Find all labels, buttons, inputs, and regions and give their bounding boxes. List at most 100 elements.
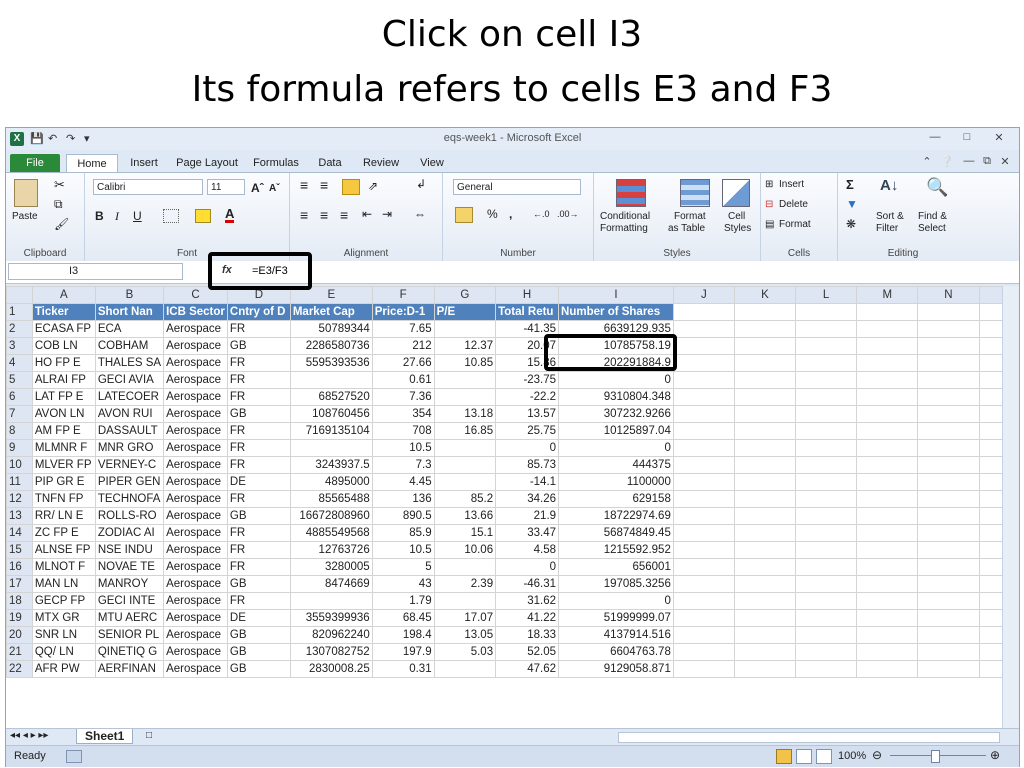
column-header[interactable]: A	[31, 286, 96, 304]
cell[interactable]: 85.73	[495, 456, 560, 474]
empty-cell[interactable]	[795, 592, 858, 610]
normal-view-icon[interactable]	[776, 749, 792, 764]
row-header[interactable]: 7	[6, 405, 33, 423]
empty-cell[interactable]	[917, 405, 980, 423]
empty-cell[interactable]	[733, 388, 797, 406]
empty-cell[interactable]	[795, 337, 858, 355]
column-header[interactable]: I	[558, 286, 674, 304]
cell[interactable]: 85.9	[371, 524, 435, 542]
empty-cell[interactable]	[795, 354, 858, 372]
cell[interactable]: 5.03	[433, 643, 497, 661]
cell[interactable]: 13.18	[433, 405, 497, 423]
empty-cell[interactable]	[856, 626, 919, 644]
row-header[interactable]: 17	[6, 575, 33, 593]
align-middle-icon[interactable]: ≡	[320, 177, 328, 193]
format-cells-button[interactable]: Format	[779, 219, 811, 230]
empty-cell[interactable]	[672, 337, 735, 355]
empty-cell[interactable]	[917, 643, 980, 661]
cell[interactable]: 8474669	[289, 575, 373, 593]
cell[interactable]: 708	[371, 422, 435, 440]
empty-cell[interactable]	[672, 575, 735, 593]
vertical-scrollbar[interactable]	[1002, 286, 1019, 728]
cell[interactable]: MLVER FP	[31, 456, 96, 474]
align-center-icon[interactable]: ≡	[320, 207, 328, 223]
cell[interactable]: 9129058.871	[558, 660, 674, 678]
fill-color-icon[interactable]	[195, 209, 211, 223]
empty-cell[interactable]	[672, 626, 735, 644]
empty-cell[interactable]	[672, 609, 735, 627]
delete-cells-button[interactable]: Delete	[779, 199, 808, 210]
tab-review[interactable]: Review	[356, 154, 406, 172]
empty-cell[interactable]	[733, 524, 797, 542]
minimize-ribbon-icon[interactable]: ⌃	[916, 155, 938, 171]
empty-cell[interactable]	[733, 660, 797, 678]
cell[interactable]: GB	[226, 626, 291, 644]
shrink-font-icon[interactable]: Aˇ	[269, 183, 280, 194]
cell[interactable]: 656001	[558, 558, 674, 576]
row-header[interactable]: 9	[6, 439, 33, 457]
cell[interactable]: PIP GR E	[31, 473, 96, 491]
cell[interactable]: FR	[226, 371, 291, 389]
cell[interactable]	[433, 558, 497, 576]
cell-styles-label-2[interactable]: Styles	[724, 223, 751, 234]
cell[interactable]: 4137914.516	[558, 626, 674, 644]
cell[interactable]: -22.2	[495, 388, 560, 406]
empty-cell[interactable]	[917, 320, 980, 338]
percent-style-button[interactable]: %	[487, 207, 498, 221]
column-header[interactable]: M	[856, 286, 919, 304]
autosum-icon[interactable]: Σ	[846, 177, 854, 192]
cell[interactable]: ECASA FP	[31, 320, 96, 338]
cell[interactable]: TNFN FP	[31, 490, 96, 508]
cell[interactable]: FR	[226, 422, 291, 440]
page-layout-view-icon[interactable]	[796, 749, 812, 764]
cell[interactable]: TECHNOFA	[94, 490, 165, 508]
cell[interactable]: VERNEY-C	[94, 456, 165, 474]
conditional-formatting-label[interactable]: Conditional	[600, 211, 650, 222]
cell[interactable]: 12763726	[289, 541, 373, 559]
zoom-out-icon[interactable]: ⊖	[872, 748, 882, 762]
cell[interactable]: MLMNR F	[31, 439, 96, 457]
row-header[interactable]: 5	[6, 371, 33, 389]
empty-cell[interactable]	[917, 609, 980, 627]
empty-cell[interactable]	[733, 643, 797, 661]
empty-cell[interactable]	[733, 490, 797, 508]
format-cells-icon[interactable]: ▤	[765, 219, 774, 230]
help-icon[interactable]: ❔	[936, 155, 958, 171]
cell[interactable]: 34.26	[495, 490, 560, 508]
cell[interactable]: 12.37	[433, 337, 497, 355]
cell[interactable]: ALRAI FP	[31, 371, 96, 389]
row-header[interactable]: 6	[6, 388, 33, 406]
align-top-icon[interactable]: ≡	[300, 177, 308, 193]
empty-cell[interactable]	[795, 575, 858, 593]
cell[interactable]: ROLLS-RO	[94, 507, 165, 525]
empty-cell[interactable]	[733, 456, 797, 474]
row-header[interactable]: 12	[6, 490, 33, 508]
empty-cell[interactable]	[795, 405, 858, 423]
cell[interactable]: QQ/ LN	[31, 643, 96, 661]
cell[interactable]: 0	[558, 592, 674, 610]
cell[interactable]: HO FP E	[31, 354, 96, 372]
row-header[interactable]: 13	[6, 507, 33, 525]
cell[interactable]: 0	[495, 558, 560, 576]
empty-cell[interactable]	[856, 524, 919, 542]
cell[interactable]: 51999999.07	[558, 609, 674, 627]
empty-cell[interactable]	[672, 592, 735, 610]
cell[interactable]: ALNSE FP	[31, 541, 96, 559]
cell[interactable]: 10.5	[371, 541, 435, 559]
cell[interactable]: Number of Shares	[558, 303, 674, 321]
borders-icon[interactable]	[163, 209, 179, 223]
cell[interactable]: ZC FP E	[31, 524, 96, 542]
cell[interactable]: 15.1	[433, 524, 497, 542]
empty-cell[interactable]	[917, 660, 980, 678]
cell[interactable]: Market Cap	[289, 303, 373, 321]
cell[interactable]: 6604763.78	[558, 643, 674, 661]
cell[interactable]: DE	[226, 609, 291, 627]
cell[interactable]: AFR PW	[31, 660, 96, 678]
cell[interactable]: 0	[558, 439, 674, 457]
row-header[interactable]: 21	[6, 643, 33, 661]
empty-cell[interactable]	[672, 320, 735, 338]
cell[interactable]: 1215592.952	[558, 541, 674, 559]
cell[interactable]: P/E	[433, 303, 497, 321]
column-header[interactable]: B	[94, 286, 165, 304]
format-as-table-label-2[interactable]: as Table	[668, 223, 705, 234]
